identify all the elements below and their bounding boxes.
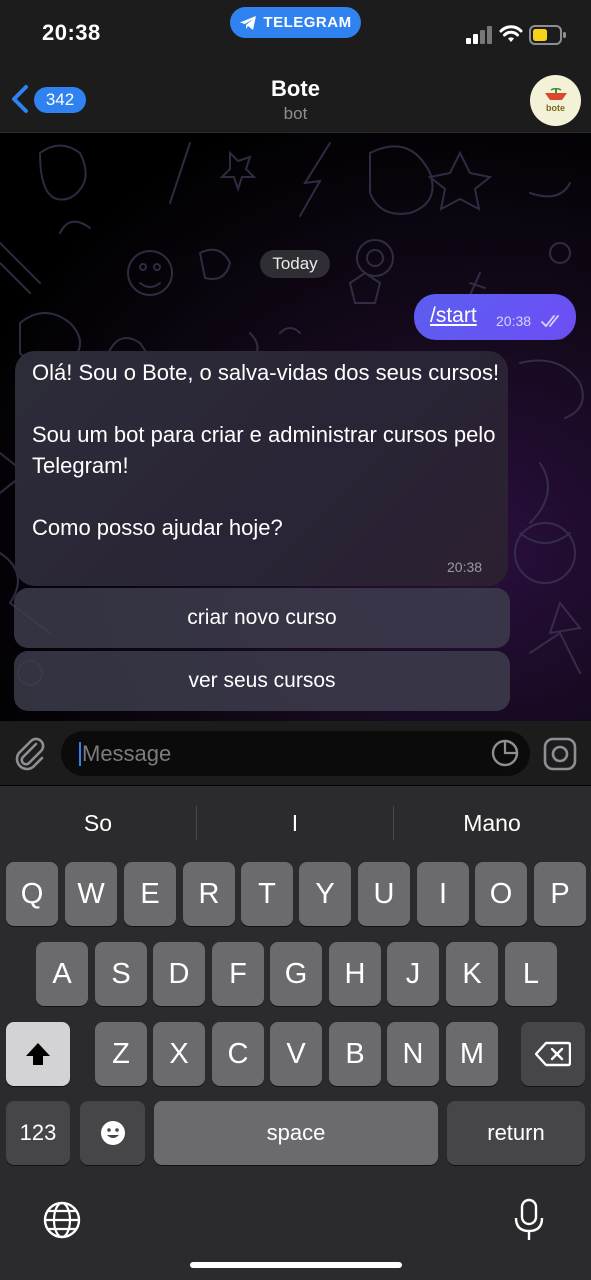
key-y[interactable]: Y <box>299 862 351 926</box>
battery-icon <box>529 25 566 45</box>
paper-plane-icon <box>240 15 257 30</box>
key-k[interactable]: K <box>446 942 498 1006</box>
key-t[interactable]: T <box>241 862 293 926</box>
key-s[interactable]: S <box>95 942 147 1006</box>
status-time: 20:38 <box>42 20 101 45</box>
incoming-message-text: Olá! Sou o Bote, o salva-vidas dos seus … <box>32 360 500 540</box>
avatar-text: bote <box>546 103 565 113</box>
signal-icon <box>466 26 492 44</box>
key-b[interactable]: B <box>329 1022 381 1086</box>
incoming-message-time: 20:38 <box>447 559 483 575</box>
key-f[interactable]: F <box>212 942 264 1006</box>
key-r[interactable]: R <box>183 862 235 926</box>
emoji-icon <box>100 1121 125 1145</box>
outgoing-message-text[interactable]: /start <box>430 304 477 328</box>
wifi-icon <box>499 25 523 42</box>
key-n[interactable]: N <box>387 1022 439 1086</box>
key-q[interactable]: Q <box>6 862 58 926</box>
message-input-placeholder[interactable]: Message <box>82 741 171 767</box>
camera-icon[interactable] <box>543 737 577 771</box>
backspace-key[interactable] <box>521 1022 585 1086</box>
home-indicator[interactable] <box>190 1262 402 1268</box>
key-c[interactable]: C <box>212 1022 264 1086</box>
emoji-key[interactable] <box>80 1101 145 1165</box>
key-z[interactable]: Z <box>95 1022 147 1086</box>
text-caret <box>79 742 81 766</box>
key-j[interactable]: J <box>387 942 439 1006</box>
key-o[interactable]: O <box>475 862 527 926</box>
key-w[interactable]: W <box>65 862 117 926</box>
key-v[interactable]: V <box>270 1022 322 1086</box>
outgoing-message-time: 20:38 <box>496 313 532 329</box>
key-m[interactable]: M <box>446 1022 498 1086</box>
key-l[interactable]: L <box>505 942 557 1006</box>
numbers-key[interactable]: 123 <box>6 1101 70 1165</box>
key-a[interactable]: A <box>36 942 88 1006</box>
suggestion-3[interactable]: Mano <box>394 810 590 837</box>
backspace-icon <box>535 1041 571 1067</box>
inline-button-ver-seus-cursos[interactable]: ver seus cursos <box>14 651 510 711</box>
globe-icon[interactable] <box>42 1200 82 1240</box>
boat-logo-icon <box>544 88 567 100</box>
microphone-icon[interactable] <box>512 1198 546 1242</box>
key-i[interactable]: I <box>417 862 469 926</box>
key-p[interactable]: P <box>534 862 586 926</box>
telegram-app-pill[interactable]: TELEGRAM <box>230 7 361 38</box>
key-h[interactable]: H <box>329 942 381 1006</box>
key-e[interactable]: E <box>124 862 176 926</box>
inline-button-criar-novo-curso[interactable]: criar novo curso <box>14 588 510 648</box>
read-checkmarks-icon <box>541 315 559 328</box>
key-g[interactable]: G <box>270 942 322 1006</box>
telegram-pill-label: TELEGRAM <box>263 14 352 31</box>
chat-title[interactable]: Bote <box>0 76 591 102</box>
key-u[interactable]: U <box>358 862 410 926</box>
sticker-icon[interactable] <box>490 738 520 768</box>
key-d[interactable]: D <box>153 942 205 1006</box>
shift-key[interactable] <box>6 1022 70 1086</box>
shift-arrow-icon <box>26 1043 50 1065</box>
date-divider: Today <box>260 250 330 278</box>
chat-area[interactable]: Today /start 20:38 Olá! Sou o Bote, o sa… <box>0 133 591 721</box>
space-key[interactable]: space <box>154 1101 438 1165</box>
return-key[interactable]: return <box>447 1101 585 1165</box>
chat-subtitle: bot <box>283 104 308 123</box>
key-x[interactable]: X <box>153 1022 205 1086</box>
suggestion-2[interactable]: I <box>197 810 393 837</box>
suggestion-1[interactable]: So <box>0 810 196 837</box>
paperclip-icon[interactable] <box>12 735 48 771</box>
avatar[interactable]: bote <box>530 75 581 126</box>
